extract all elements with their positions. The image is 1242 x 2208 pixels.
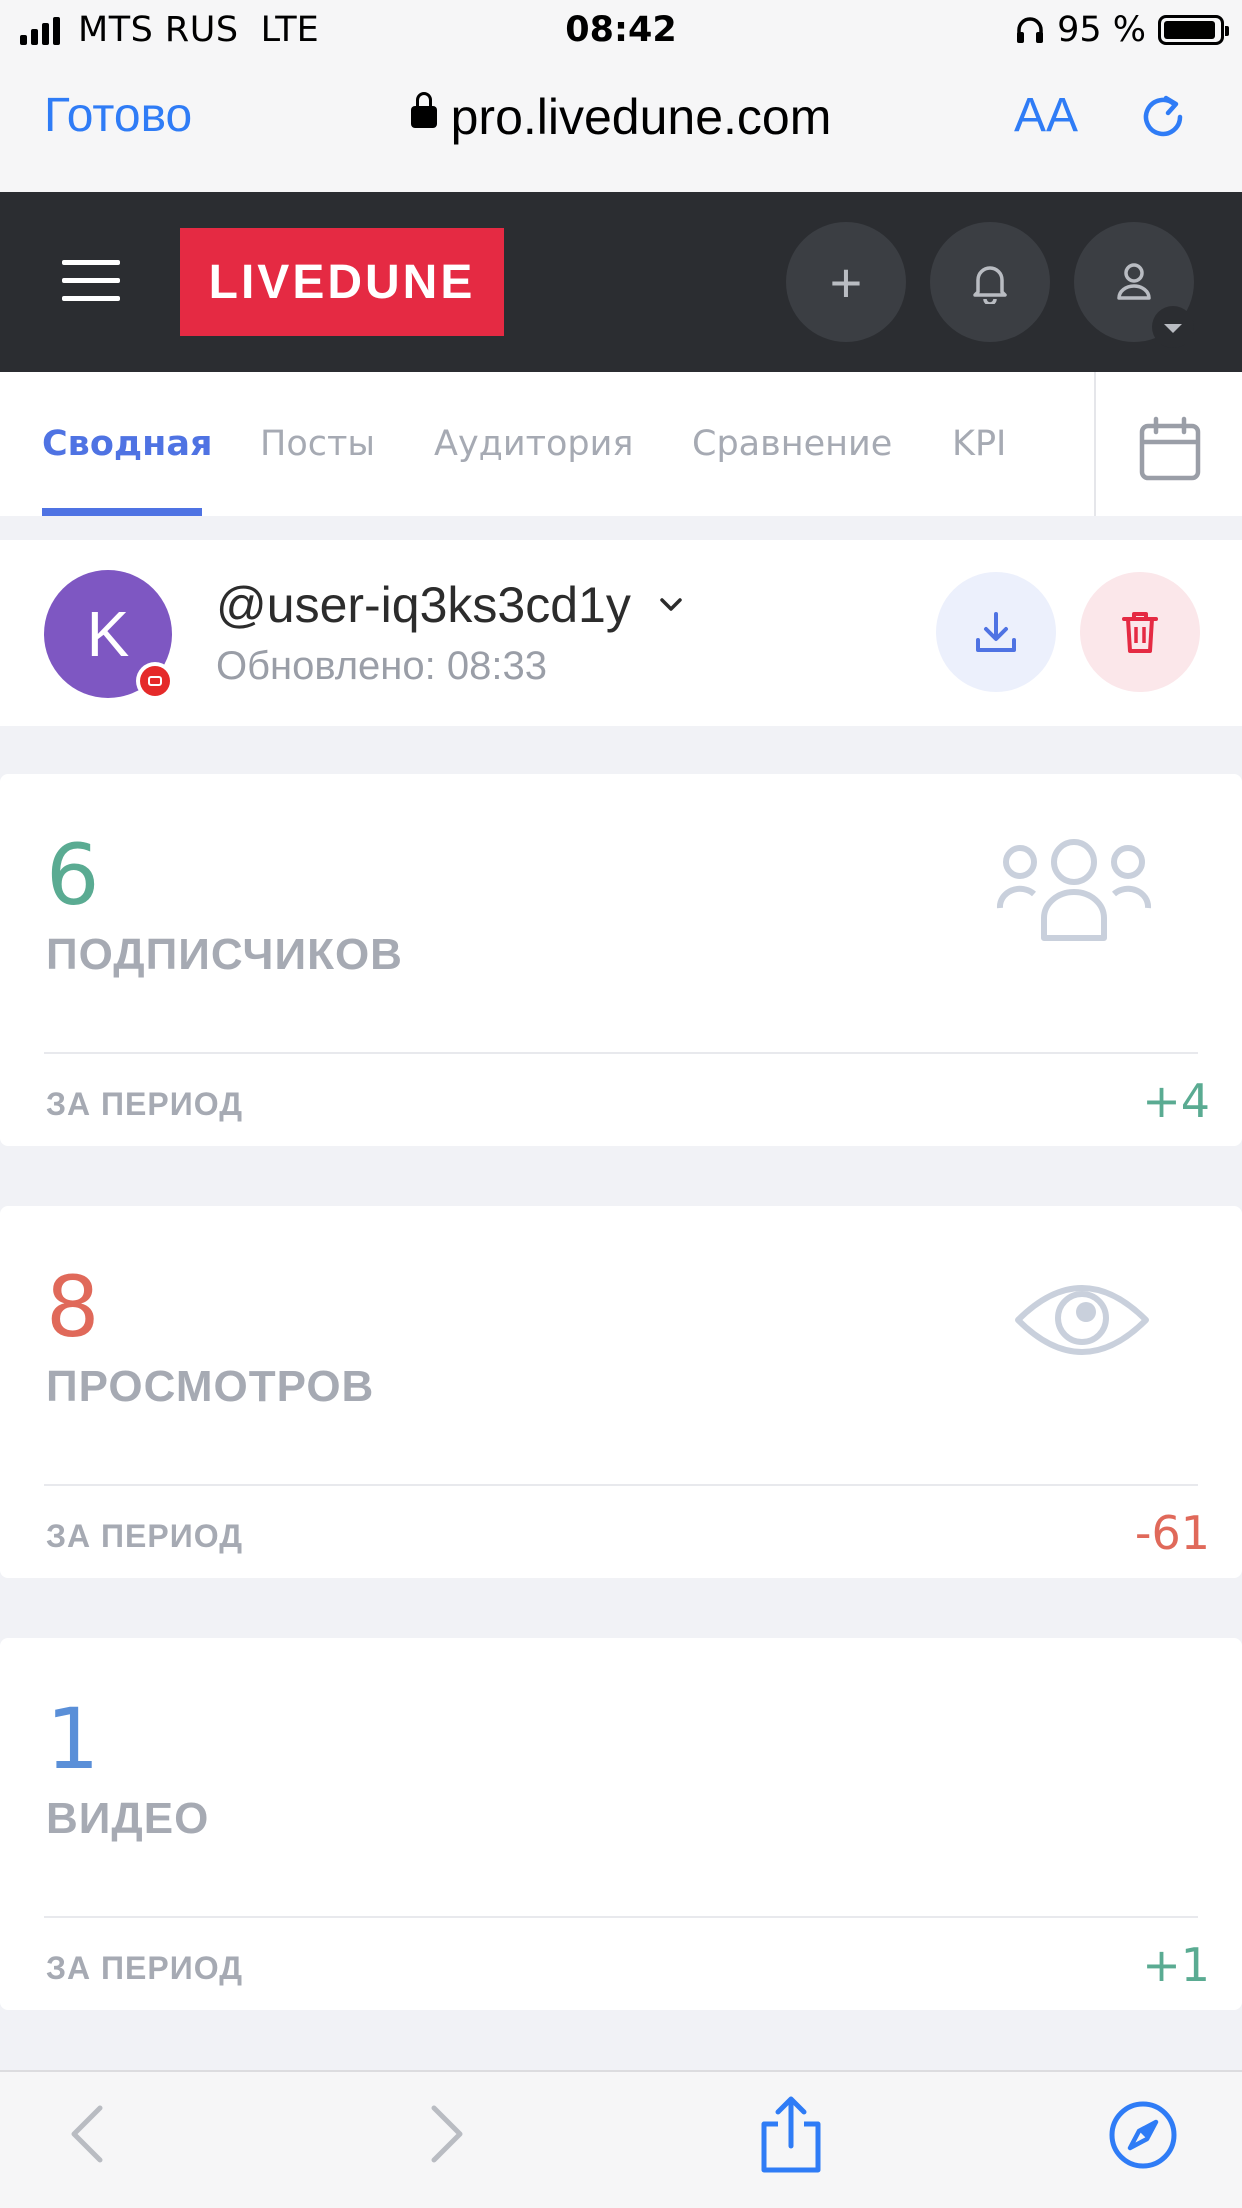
headphones-icon [1017, 17, 1044, 43]
subscribers-label: ПОДПИСЧИКОВ [46, 930, 403, 979]
period-label: ЗА ПЕРИОД [46, 1950, 243, 1986]
download-button[interactable] [936, 572, 1056, 692]
download-icon [976, 612, 1016, 652]
views-delta: -61 [1134, 1506, 1210, 1560]
battery-icon [1158, 15, 1229, 45]
eye-icon [1015, 1285, 1149, 1355]
subscribers-value: 6 [46, 826, 100, 924]
chevron-down-icon[interactable] [1152, 306, 1194, 348]
tab-audience[interactable]: Аудитория [434, 424, 633, 464]
delete-button[interactable] [1080, 572, 1200, 692]
stat-card-videos: 1 ВИДЕО ЗА ПЕРИОД +1 [0, 1638, 1242, 2010]
videos-label: ВИДЕО [46, 1794, 210, 1843]
card-divider [44, 1484, 1198, 1486]
tab-comparison[interactable]: Сравнение [692, 424, 892, 464]
reload-icon[interactable] [1136, 90, 1190, 144]
videos-delta: +1 [1142, 1938, 1210, 1992]
active-tab-indicator [42, 508, 202, 516]
battery-percent: 95 % [1057, 10, 1146, 50]
users-icon [996, 839, 1152, 941]
browser-url-bar: Готово pro.livedune.com AA [0, 62, 1242, 192]
account-selector[interactable]: @user-iq3ks3cd1y [216, 576, 683, 634]
add-button[interactable]: + [786, 222, 906, 342]
username: @user-iq3ks3cd1y [216, 577, 631, 633]
stat-card-views: 8 ПРОСМОТРОВ ЗА ПЕРИОД -61 [0, 1206, 1242, 1578]
views-label: ПРОСМОТРОВ [46, 1362, 375, 1411]
period-label: ЗА ПЕРИОД [46, 1518, 243, 1554]
card-divider [44, 1916, 1198, 1918]
browser-toolbar [0, 2070, 1242, 2208]
tab-bar: Сводная Посты Аудитория Сравнение KPI [0, 372, 1242, 516]
tab-kpi[interactable]: KPI [952, 424, 1006, 464]
compass-icon[interactable] [1108, 2100, 1178, 2170]
tab-summary[interactable]: Сводная [42, 424, 212, 464]
views-value: 8 [46, 1258, 100, 1356]
app-header: LIVEDUNE + [0, 192, 1242, 372]
back-icon[interactable] [66, 2102, 110, 2166]
lock-icon [410, 91, 437, 128]
videos-value: 1 [46, 1690, 100, 1788]
subscribers-delta: +4 [1142, 1074, 1210, 1128]
forward-icon[interactable] [424, 2102, 468, 2166]
menu-icon[interactable] [62, 260, 120, 302]
last-updated: Обновлено: 08:33 [216, 644, 547, 688]
user-icon [1117, 263, 1151, 300]
chevron-down-icon [660, 598, 682, 611]
logo[interactable]: LIVEDUNE [180, 228, 504, 336]
calendar-icon[interactable] [1138, 416, 1202, 482]
tab-posts[interactable]: Посты [260, 424, 375, 464]
tab-divider [1094, 372, 1096, 516]
period-label: ЗА ПЕРИОД [46, 1086, 243, 1122]
bell-icon [973, 266, 1007, 304]
url-text: pro.livedune.com [450, 89, 832, 145]
share-icon[interactable] [756, 2094, 826, 2174]
status-bar: MTS RUS LTE 08:42 95 % [0, 0, 1242, 62]
card-divider [44, 1052, 1198, 1054]
notifications-button[interactable] [930, 222, 1050, 342]
account-header: K @user-iq3ks3cd1y Обновлено: 08:33 [0, 540, 1242, 726]
trash-icon [1122, 612, 1158, 653]
stat-card-subscribers: 6 ПОДПИСЧИКОВ ЗА ПЕРИОД +4 [0, 774, 1242, 1146]
youtube-icon [136, 662, 174, 700]
text-size-button[interactable]: AA [1014, 88, 1078, 143]
